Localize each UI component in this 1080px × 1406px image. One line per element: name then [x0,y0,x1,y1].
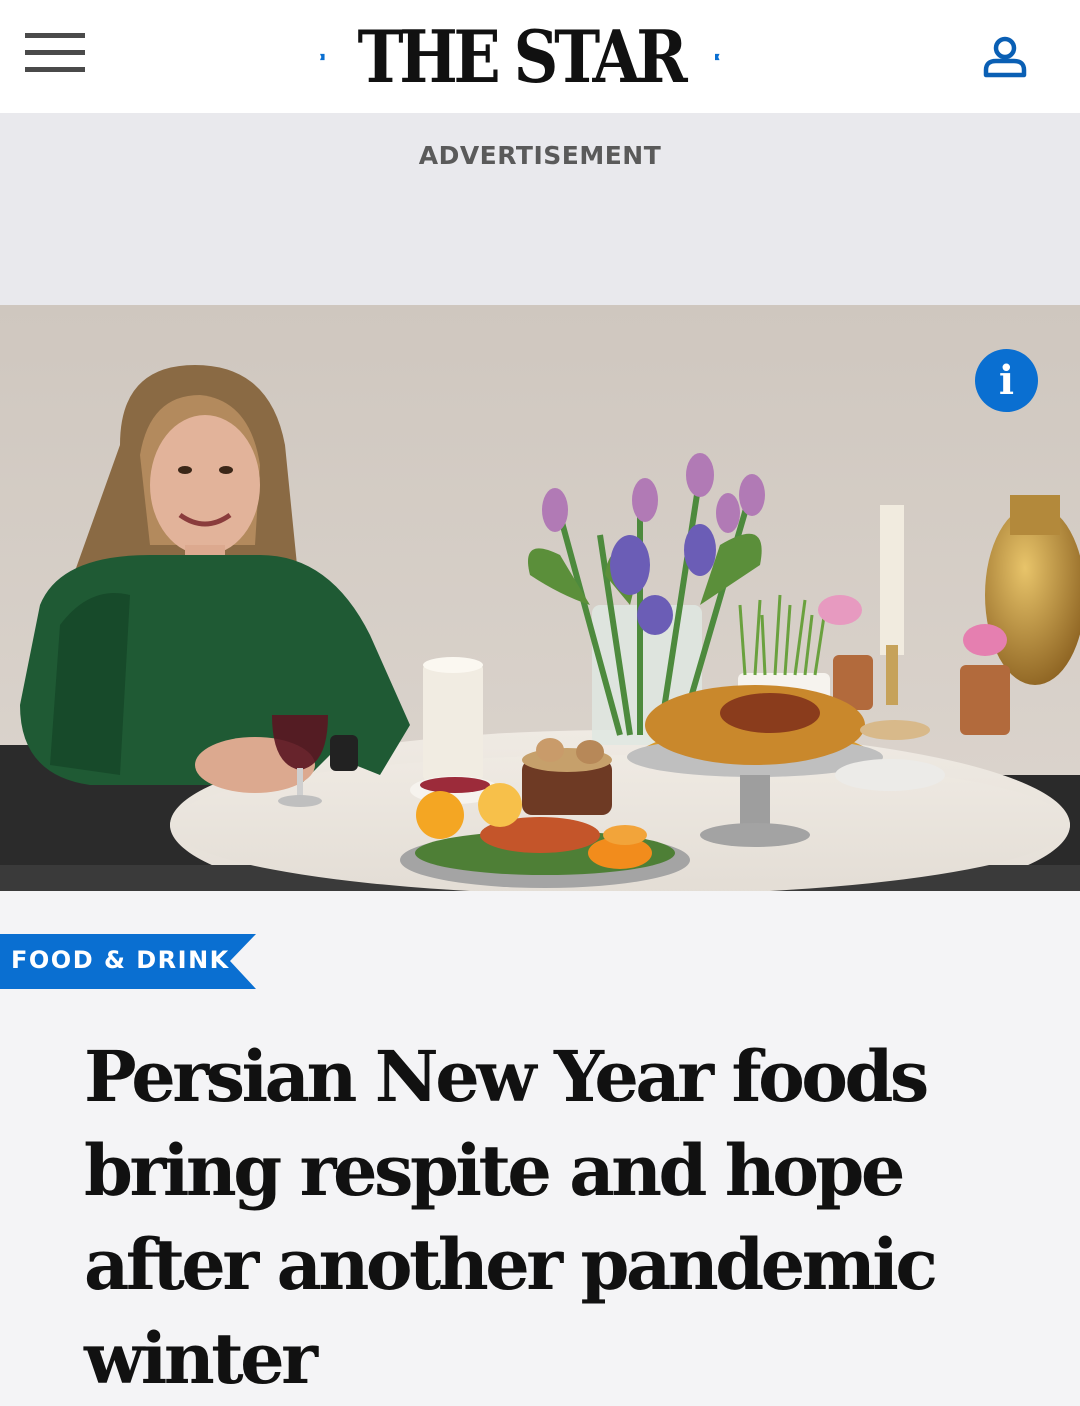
user-account-icon[interactable] [982,36,1028,78]
article-headline[interactable]: Persian New Year foods bring respite and… [84,1030,1044,1406]
hamburger-menu-icon[interactable] [25,33,85,75]
site-logo[interactable]: THE STAR [320,14,720,99]
hero-photo [0,305,1080,891]
info-glyph: i [998,357,1015,404]
advertisement-label: ADVERTISEMENT [418,141,662,170]
logo-right-flag [715,53,720,61]
hero-image[interactable] [0,305,1080,891]
info-icon[interactable]: i [975,349,1038,412]
logo-text: THE STAR [357,14,687,99]
section-tag-label: FOOD & DRINK [11,946,230,974]
top-header: THE STAR [0,0,1080,113]
logo-left-flag [320,53,325,61]
section-tag[interactable]: FOOD & DRINK [0,934,256,989]
